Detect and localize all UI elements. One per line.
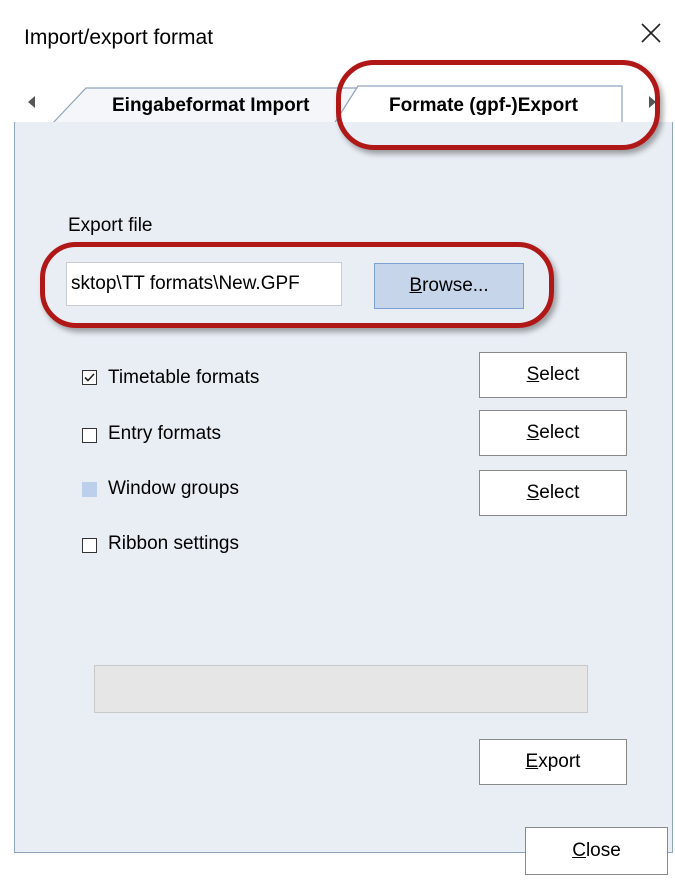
select-label: elect (539, 364, 580, 385)
select-label: elect (539, 422, 580, 443)
ribbon-settings-label: Ribbon settings (108, 533, 239, 554)
tab-import[interactable]: Eingabeformat Import (112, 95, 309, 117)
select-label: elect (539, 482, 580, 503)
select-window-groups-button[interactable]: Select (479, 470, 627, 516)
select-accel: S (526, 364, 540, 385)
select-entry-formats-button[interactable]: Select (479, 410, 627, 456)
close-accel: C (572, 840, 586, 861)
timetable-formats-label: Timetable formats (108, 367, 260, 388)
checkmark-icon (84, 373, 95, 382)
window-groups-checkbox[interactable] (82, 482, 97, 497)
entry-formats-checkbox[interactable] (82, 428, 97, 443)
select-accel: S (526, 482, 540, 503)
highlight-oval-export-file (40, 242, 554, 328)
entry-formats-label: Entry formats (108, 423, 221, 444)
export-button[interactable]: Export (479, 739, 627, 785)
select-accel: S (526, 422, 540, 443)
timetable-formats-checkbox[interactable] (82, 370, 97, 385)
ribbon-settings-checkbox[interactable] (82, 538, 97, 553)
close-label: lose (585, 840, 621, 861)
select-timetable-formats-button[interactable]: Select (479, 352, 627, 398)
close-icon[interactable] (636, 18, 666, 48)
close-button[interactable]: Close (525, 827, 668, 875)
export-file-label: Export file (68, 215, 153, 236)
export-accel: E (525, 751, 539, 772)
highlight-oval-tab (336, 60, 660, 150)
window-title: Import/export format (24, 26, 214, 49)
progress-bar (94, 665, 588, 713)
export-label: xport (538, 751, 581, 772)
window-groups-label: Window groups (108, 478, 239, 499)
